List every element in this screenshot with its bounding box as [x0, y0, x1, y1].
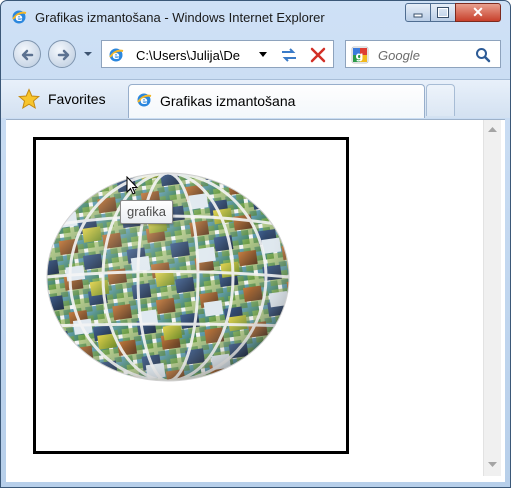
favorites-bar: Favorites e Grafikas izmantošana: [1, 79, 510, 118]
ie-logo-icon: e: [109, 48, 124, 62]
tab-active[interactable]: e Grafikas izmantošana: [128, 84, 425, 118]
refresh-icon[interactable]: [279, 45, 299, 65]
maximize-icon: [437, 7, 449, 18]
close-icon: ✕: [472, 4, 484, 20]
close-button[interactable]: ✕: [455, 3, 501, 22]
back-button[interactable]: [13, 40, 41, 68]
forward-button[interactable]: [48, 40, 76, 68]
ie-logo-icon: e: [12, 10, 27, 24]
search-box[interactable]: g Google: [345, 40, 501, 68]
svg-text:e: e: [15, 11, 22, 24]
scroll-up-icon[interactable]: [488, 126, 497, 132]
new-tab-button[interactable]: [426, 84, 455, 116]
address-bar[interactable]: e C:\Users\Julija\De: [101, 40, 334, 68]
back-arrow-icon: [21, 49, 34, 61]
window-title: Grafikas izmantošana - Windows Internet …: [35, 10, 325, 25]
svg-text:g: g: [356, 50, 364, 63]
page-content: grafika: [6, 119, 505, 482]
tab-label: Grafikas izmantošana: [160, 93, 296, 109]
svg-text:e: e: [140, 94, 147, 107]
favorites-button[interactable]: Favorites: [12, 85, 122, 112]
recent-pages-dropdown[interactable]: [83, 49, 93, 59]
image-tooltip: grafika: [120, 200, 174, 224]
browser-window: e Grafikas izmantošana - Windows Interne…: [0, 0, 511, 488]
minimize-icon: [413, 13, 423, 18]
star-icon: [18, 88, 40, 110]
cursor-icon: [126, 176, 139, 195]
svg-text:e: e: [112, 49, 119, 62]
favorites-label: Favorites: [48, 91, 106, 107]
chevron-down-icon[interactable]: [258, 51, 268, 59]
forward-arrow-icon: [57, 49, 70, 61]
stop-icon[interactable]: [308, 45, 328, 65]
ie-logo-icon: e: [137, 93, 152, 107]
address-input[interactable]: C:\Users\Julija\De: [136, 48, 266, 63]
search-icon[interactable]: [474, 46, 492, 64]
minimize-button[interactable]: [405, 3, 431, 22]
scroll-down-icon[interactable]: [488, 462, 497, 468]
maximize-button[interactable]: [430, 3, 456, 22]
title-bar: e Grafikas izmantošana - Windows Interne…: [1, 1, 510, 32]
navigation-bar: e C:\Users\Julija\De g Google: [1, 35, 510, 75]
google-icon: g: [351, 46, 369, 64]
vertical-scrollbar[interactable]: [483, 120, 501, 476]
search-input[interactable]: Google: [378, 48, 420, 63]
